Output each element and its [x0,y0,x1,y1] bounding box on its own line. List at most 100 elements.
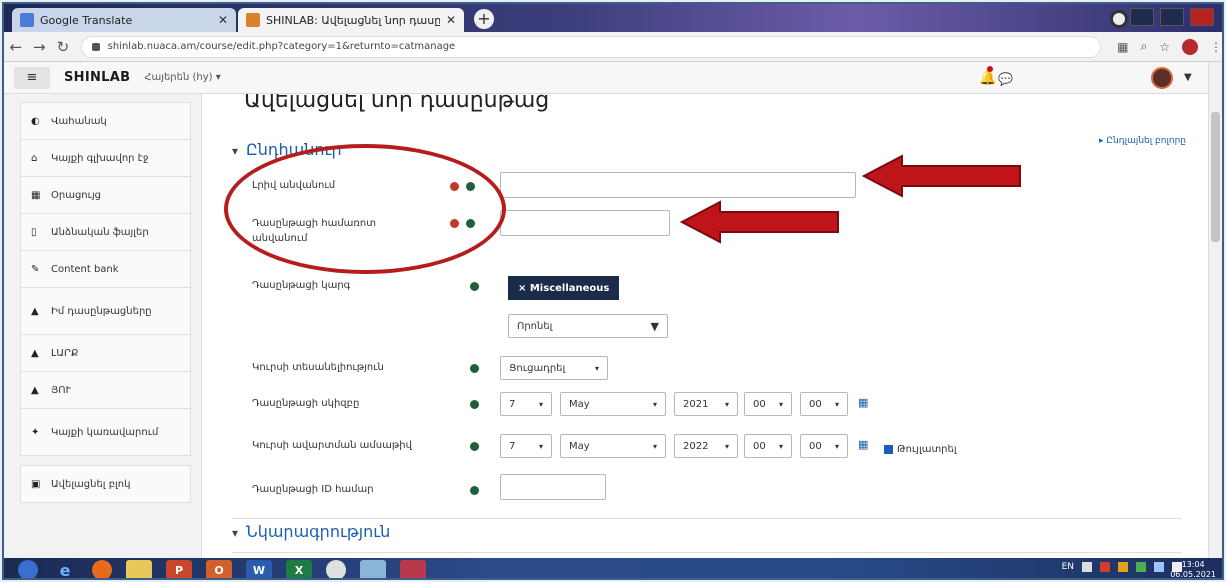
help-icon[interactable] [470,442,479,451]
help-icon[interactable] [470,282,479,291]
zoom-icon[interactable]: ⌕ [1141,39,1148,54]
network-icon[interactable] [1154,562,1164,572]
user-avatar[interactable] [1151,67,1173,89]
drawer-item-add-block[interactable]: ▣ Ավելացնել բլոկ [20,465,191,503]
dropdown-arrow-icon: ▾ [538,399,543,409]
drawer-item-private-files[interactable]: ▯ Անձնական ֆայլեր [20,213,191,251]
tray-app-icon[interactable] [1118,562,1128,572]
browser-menu-icon[interactable]: ⋮ [1210,40,1222,54]
red-arrow-icon [680,200,839,244]
category-search-select[interactable]: Որոնել ▼ [508,314,668,338]
dropdown-arrow-icon: ▾ [778,399,783,409]
help-icon[interactable] [470,486,479,495]
dropdown-arrow-icon: ▾ [778,441,783,451]
fullname-input[interactable] [500,172,856,198]
enddate-month-select[interactable]: May ▾ [560,434,666,458]
tray-arrow-icon[interactable] [1082,562,1092,572]
back-arrow-icon[interactable]: ← [4,38,28,56]
site-name[interactable]: SHINLAB [64,70,130,85]
drawer-item-my-courses[interactable]: ▲ Իմ դասընթացները [20,287,191,335]
enddate-year-select[interactable]: 2022 ▾ [674,434,738,458]
browser-toolbar: ← → ↻ shinlab.nuaca.am/course/edit.php?c… [4,32,1222,62]
visibility-select[interactable]: Ցուցադրել ▾ [500,356,608,380]
internet-explorer-icon[interactable]: e [52,560,78,579]
startdate-day-select[interactable]: 7 ▾ [500,392,552,416]
site-navbar: ≡ SHINLAB Հայերեն (hy) ▾ 🔔 💬 ▼ [4,62,1222,94]
excel-icon[interactable]: X [286,560,312,578]
bookmark-star-icon[interactable]: ☆ [1159,40,1170,54]
drawer-toggle-button[interactable]: ≡ [14,66,50,89]
divider [232,552,1182,553]
extension-icon[interactable] [1182,38,1198,55]
drawer-item-course-1[interactable]: ▲ ԼԱՐՔ [20,334,191,372]
drawer-item-site-home[interactable]: ⌂ Կայքի գլխավոր էջ [20,139,191,177]
startdate-label: Դասընթացի սկիզբը [252,398,360,409]
idnumber-input[interactable] [500,474,606,500]
firefox-icon[interactable] [92,560,112,578]
startdate-minute-select[interactable]: 00 ▾ [800,392,848,416]
tray-app-icon[interactable] [1100,562,1110,572]
translate-icon[interactable]: ▦ [1117,40,1128,54]
enddate-hour-select[interactable]: 00 ▾ [744,434,792,458]
vertical-scrollbar[interactable] [1208,62,1222,558]
file-icon: ▯ [31,226,37,238]
calendar-icon[interactable]: ▦ [858,396,868,409]
paint-icon[interactable] [400,560,426,578]
drawer-item-course-2[interactable]: ▲ ՅՈՒ [20,371,191,409]
enddate-enable-checkbox[interactable]: Թույլատրել [884,444,957,455]
address-bar[interactable]: shinlab.nuaca.am/course/edit.php?categor… [80,35,1102,58]
lock-icon [91,42,100,51]
enddate-day-select[interactable]: 7 ▾ [500,434,552,458]
media-app-icon[interactable] [360,560,386,578]
collapse-caret-icon: ▾ [232,144,239,158]
system-clock[interactable]: 13:04 06.05.2021 [1170,560,1216,578]
dropdown-arrow-icon: ▾ [594,363,599,373]
highlight-ellipse [224,144,506,274]
word-icon[interactable]: W [246,560,272,578]
messages-icon[interactable]: 💬 [998,72,1013,86]
checkbox-checked-icon [884,445,893,454]
close-window-button[interactable] [1190,8,1214,26]
powerpoint-icon[interactable]: P [166,560,192,578]
startdate-month-select[interactable]: May ▾ [560,392,666,416]
dropdown-arrow-icon: ▾ [652,441,657,451]
address-bar-actions: ▦ ⌕ ☆ ⋮ [1117,38,1222,55]
minimize-button[interactable] [1130,8,1154,26]
input-language[interactable]: EN [1062,562,1074,572]
tray-app-icon[interactable] [1136,562,1146,572]
expand-all-link[interactable]: ▸ Ընդլայնել բոլորը [1099,136,1186,146]
scrollbar-thumb[interactable] [1211,112,1220,242]
notification-badge [987,66,993,72]
outlook-icon[interactable]: O [206,560,232,578]
maximize-button[interactable] [1160,8,1184,26]
startdate-year-select[interactable]: 2021 ▾ [674,392,738,416]
start-button-icon[interactable] [18,560,38,578]
hamburger-icon: ≡ [26,70,38,85]
reload-icon[interactable]: ↻ [51,38,75,56]
category-selected-chip[interactable]: × Miscellaneous [508,276,620,300]
forward-arrow-icon[interactable]: → [28,38,52,56]
drawer-item-content-bank[interactable]: ✎ Content bank [20,250,191,288]
new-tab-button[interactable]: + [474,9,494,29]
calendar-icon[interactable]: ▦ [858,438,868,451]
tachometer-icon: ◐ [31,115,40,127]
notification-bell-icon[interactable]: 🔔 [979,66,996,86]
language-menu[interactable]: Հայերեն (hy) ▾ [144,72,220,83]
browser-profile-icon[interactable] [1110,10,1128,28]
startdate-hour-select[interactable]: 00 ▾ [744,392,792,416]
section-description-header[interactable]: ▾ Նկարագրություն [232,522,390,541]
help-icon[interactable] [470,400,479,409]
drawer-item-site-admin[interactable]: ✦ Կայքի կառավարում [20,408,191,456]
file-explorer-icon[interactable] [126,560,152,578]
chrome-icon[interactable] [326,560,346,578]
close-tab-icon[interactable]: ✕ [218,13,228,27]
user-menu-caret-icon[interactable]: ▼ [1184,72,1192,83]
browser-tab-shinlab[interactable]: SHINLAB: Ավելացնել նոր դասընթ... ✕ [238,8,464,32]
help-icon[interactable] [470,364,479,373]
browser-tab-google-translate[interactable]: Google Translate ✕ [12,8,236,32]
drawer-item-calendar[interactable]: ▦ Օրացույց [20,176,191,214]
enddate-minute-select[interactable]: 00 ▾ [800,434,848,458]
close-tab-icon[interactable]: ✕ [446,13,456,27]
drawer-item-dashboard[interactable]: ◐ Վահանակ [20,102,191,140]
shortname-input[interactable] [500,210,670,236]
